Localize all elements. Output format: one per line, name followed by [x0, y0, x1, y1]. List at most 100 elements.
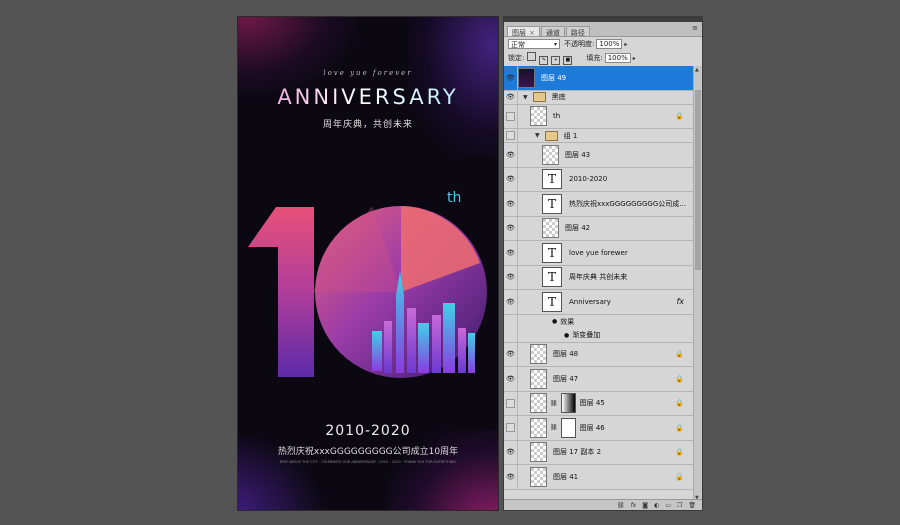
text-layer-icon: T [542, 267, 562, 288]
layer-row[interactable]: 👁 图层 17 副本 2 🔒 [504, 440, 694, 465]
layer-mask-thumbnail[interactable] [560, 393, 576, 414]
folder-icon[interactable]: ▭ [665, 502, 671, 509]
layer-row[interactable]: 👁 图层 47 🔒 [504, 367, 694, 392]
new-layer-icon[interactable]: ❐ [677, 502, 682, 509]
scroll-up-icon[interactable]: ▲ [695, 67, 699, 73]
fill-input[interactable]: 100% [604, 53, 631, 63]
scrollbar-thumb[interactable] [695, 90, 701, 270]
eye-icon[interactable]: 👁 [504, 367, 518, 391]
lock-row: 锁定: ✎ + ■ 填充: 100% ▸ [504, 51, 702, 65]
chain-link-icon[interactable]: ⛓ [550, 424, 558, 431]
eye-icon[interactable]: 👁 [504, 90, 518, 104]
layer-row[interactable]: ⛓ 图层 46 🔒 [504, 416, 694, 441]
layer-row[interactable]: 👁 T 2010-2020 [504, 167, 694, 192]
layer-row[interactable]: 👁 图层 48 🔒 [504, 342, 694, 367]
text-layer-icon: T [542, 291, 562, 312]
lock-brush-icon[interactable]: ✎ [539, 55, 549, 65]
eye-icon[interactable]: 👁 [504, 290, 518, 314]
layer-name: love yue forewer [569, 248, 628, 257]
layer-name: Anniversary [569, 297, 611, 306]
blend-mode-select[interactable]: 正常 [508, 39, 560, 50]
eye-icon[interactable]: 👁 [504, 241, 518, 265]
eye-icon[interactable]: 👁 [504, 216, 518, 240]
eye-icon[interactable]: 👁 [504, 440, 518, 464]
eye-icon[interactable]: 👁 [504, 465, 518, 489]
lock-transparency-icon[interactable] [527, 51, 537, 61]
poster-canvas: love yue forever ANNIVERSARY 周年庆典，共创未来 t… [237, 16, 499, 511]
group-row[interactable]: ▼ 组 1 [504, 129, 694, 143]
layer-name: 图层 45 [579, 399, 605, 408]
layer-row[interactable]: 👁 图层 41 🔒 [504, 465, 694, 490]
opacity-slider-icon[interactable]: ▸ [624, 41, 627, 48]
expand-triangle-icon[interactable]: ▼ [523, 94, 528, 101]
layer-name: 效果 [560, 317, 575, 326]
eye-icon[interactable]: 👁 [504, 265, 518, 289]
layer-row[interactable]: th 🔒 [504, 104, 694, 129]
effect-eye-icon[interactable]: ● [552, 318, 557, 325]
eye-toggle[interactable] [504, 104, 518, 128]
layer-row[interactable]: 👁 图层 49 [504, 66, 694, 91]
layer-name: 图层 49 [541, 73, 567, 82]
layer-thumbnail [530, 344, 547, 365]
folder-icon [544, 130, 558, 141]
layer-row[interactable]: 👁 T Anniversary fx [504, 290, 694, 315]
fx-icon[interactable]: fx [676, 297, 684, 306]
layer-thumbnail [530, 106, 547, 127]
eye-icon[interactable] [504, 328, 518, 342]
lock-move-icon[interactable]: + [551, 55, 561, 65]
effect-eye-icon[interactable]: ● [564, 332, 569, 339]
opacity-input[interactable]: 100% [596, 39, 623, 49]
fill-slider-icon[interactable]: ▸ [633, 55, 636, 62]
blend-row: 正常 不透明度: 100% ▸ [504, 37, 702, 51]
layer-row[interactable]: 👁 T love yue forewer [504, 241, 694, 266]
panel-footer: ⛓ fx ◙ ◐ ▭ ❐ 🗑 [504, 499, 702, 510]
eye-toggle[interactable] [504, 129, 518, 142]
th-superscript: th [447, 190, 462, 206]
layer-name: 2010-2020 [569, 175, 608, 184]
eye-toggle[interactable] [504, 416, 518, 440]
adjustment-icon[interactable]: ◐ [654, 502, 659, 509]
group-row[interactable]: 👁 ▼ 黑底 [504, 90, 694, 105]
opacity-label: 不透明度: [564, 40, 595, 48]
expand-triangle-icon[interactable]: ▼ [535, 132, 540, 139]
mask-icon[interactable]: ◙ [642, 502, 648, 509]
layer-mask-thumbnail[interactable] [560, 417, 576, 438]
layer-name: th [553, 112, 561, 121]
eye-toggle[interactable] [504, 391, 518, 415]
effect-item-row[interactable]: ● 渐变叠加 [504, 328, 694, 343]
layer-row[interactable]: 👁 T 热烈庆祝xxxGGGGGGGGG公司成... [504, 192, 694, 217]
numeral-one [248, 207, 314, 377]
lock-icon: 🔒 [675, 350, 684, 359]
layer-thumbnail [530, 466, 547, 487]
tab-channels[interactable]: 通道 [540, 26, 565, 37]
layer-row[interactable]: ⛓ 图层 45 🔒 [504, 391, 694, 416]
close-icon[interactable]: × [529, 29, 535, 37]
panel-menu-icon[interactable]: ≡ [692, 24, 698, 32]
glow-bottom-right [388, 430, 498, 510]
tab-layers[interactable]: 图层 × [507, 26, 540, 37]
link-icon[interactable]: ⛓ [617, 502, 625, 509]
text-layer-icon: T [542, 169, 562, 190]
trash-icon[interactable]: 🗑 [688, 502, 696, 509]
eye-icon[interactable]: 👁 [504, 192, 518, 216]
eye-icon[interactable] [504, 314, 518, 329]
layer-row[interactable]: 👁 图层 43 [504, 143, 694, 168]
lock-icon: 🔒 [675, 112, 684, 121]
layer-row[interactable]: 👁 T 周年庆典 共创未来 [504, 265, 694, 290]
chain-link-icon[interactable]: ⛓ [550, 400, 558, 407]
text-layer-icon: T [542, 242, 562, 263]
layer-row[interactable]: 👁 图层 42 [504, 216, 694, 241]
lock-label: 锁定: [508, 54, 525, 62]
year-range: 2010-2020 [325, 423, 411, 439]
eye-icon[interactable]: 👁 [504, 66, 518, 90]
lock-icon: 🔒 [675, 423, 684, 432]
eye-icon[interactable]: 👁 [504, 167, 518, 191]
layer-thumbnail [530, 368, 547, 389]
layers-scrollbar[interactable]: ▲ ▼ [693, 66, 702, 502]
tab-paths[interactable]: 路径 [565, 26, 590, 37]
effects-row[interactable]: ● 效果 [504, 314, 694, 329]
eye-icon[interactable]: 👁 [504, 342, 518, 366]
lock-all-icon[interactable]: ■ [563, 55, 573, 65]
eye-icon[interactable]: 👁 [504, 143, 518, 167]
fx-icon[interactable]: fx [631, 502, 637, 509]
